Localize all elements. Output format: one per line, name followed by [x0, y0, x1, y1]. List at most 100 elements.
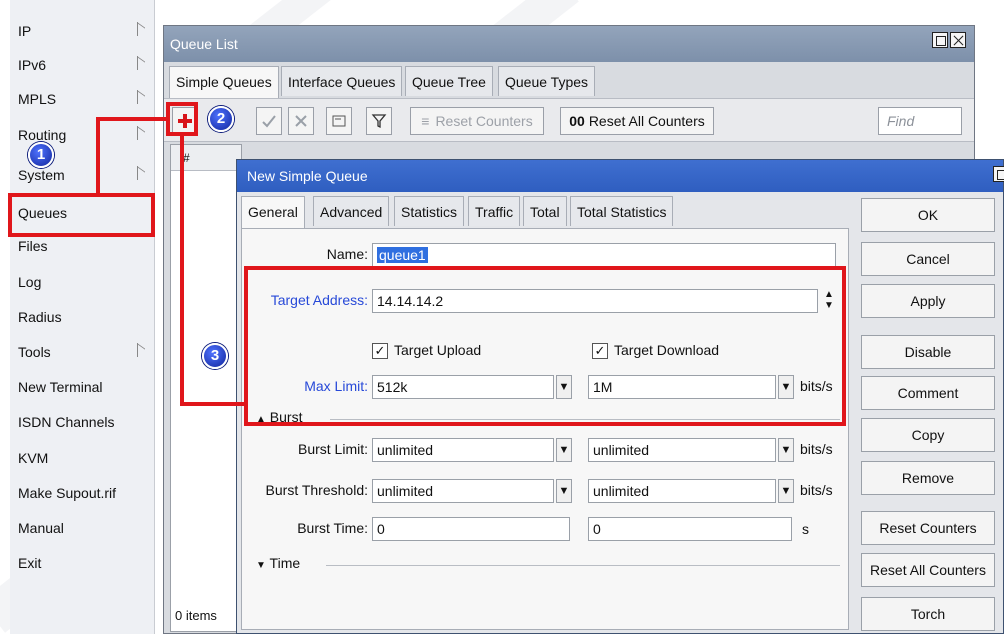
target-address-field[interactable]: 14.14.14.2 [372, 289, 818, 313]
burst-threshold-download-field[interactable]: unlimited [588, 479, 776, 503]
menu-item-radius[interactable]: Radius [10, 300, 155, 334]
connector-line [96, 117, 100, 195]
bits-unit: bits/s [800, 378, 833, 394]
menu-item-ip[interactable]: IP [10, 14, 155, 48]
target-upload-checkbox[interactable]: ✓ [372, 343, 388, 359]
burst-threshold-upload-field[interactable]: unlimited [372, 479, 554, 503]
menu-item-files[interactable]: Files [10, 229, 155, 263]
step-3-badge: 3 [202, 343, 228, 369]
comment-button[interactable]: Comment [861, 376, 995, 410]
reset-all-counters-icon: 00 [569, 113, 585, 129]
maximize-icon[interactable] [932, 32, 948, 48]
tab-simple-queues[interactable]: Simple Queues [169, 66, 279, 98]
dropdown-icon[interactable]: ▼ [556, 479, 572, 503]
tab-queue-tree[interactable]: Queue Tree [405, 66, 493, 96]
ok-button[interactable]: OK [861, 198, 995, 232]
items-count: 0 items [175, 608, 217, 623]
dropdown-icon[interactable]: ▼ [556, 438, 572, 462]
menu-item-manual[interactable]: Manual [10, 511, 155, 545]
dropdown-icon[interactable]: ▼ [778, 479, 794, 503]
target-upload-label: Target Upload [394, 342, 482, 358]
general-tab-panel: Name: queue1 Target Address: 14.14.14.2 … [241, 228, 849, 630]
menu-item-make-supout[interactable]: Make Supout.rif [10, 476, 155, 510]
tab-queue-types[interactable]: Queue Types [498, 66, 596, 96]
apply-button[interactable]: Apply [861, 284, 995, 318]
disable-button[interactable] [288, 107, 314, 135]
tab-general[interactable]: General [241, 196, 305, 228]
seconds-unit: s [802, 521, 809, 537]
up-down-arrows-icon[interactable]: ▲ ▼ [822, 289, 836, 313]
enable-button[interactable] [256, 107, 282, 135]
reset-counters-button[interactable]: ≡ Reset Counters [410, 107, 544, 135]
menu-item-exit[interactable]: Exit [10, 546, 155, 580]
torch-button[interactable]: Torch [861, 597, 995, 631]
tab-statistics[interactable]: Statistics [394, 196, 465, 226]
dialog-title: New Simple Queue [247, 168, 368, 184]
burst-section-toggle[interactable]: ▲ Burst [256, 409, 302, 425]
comment-button[interactable] [326, 107, 352, 135]
burst-limit-upload-field[interactable]: unlimited [372, 438, 554, 462]
reset-all-counters-button[interactable]: Reset All Counters [861, 553, 995, 587]
tab-total-statistics[interactable]: Total Statistics [570, 196, 674, 226]
maximize-icon[interactable] [993, 166, 1004, 182]
filter-button[interactable] [366, 107, 392, 135]
step-1-badge: 1 [28, 142, 54, 168]
tab-advanced[interactable]: Advanced [313, 196, 390, 226]
queue-list-titlebar: Queue List [164, 26, 974, 62]
reset-counters-button[interactable]: Reset Counters [861, 511, 995, 545]
tab-traffic[interactable]: Traffic [468, 196, 521, 226]
x-icon [295, 115, 307, 127]
connector-line [180, 402, 246, 406]
tab-interface-queues[interactable]: Interface Queues [281, 66, 403, 96]
submenu-arrow-icon [137, 90, 145, 104]
dropdown-icon[interactable]: ▼ [556, 375, 572, 399]
close-icon[interactable] [950, 32, 966, 48]
tab-total[interactable]: Total [523, 196, 567, 226]
burst-time-upload-field[interactable]: 0 [372, 517, 570, 541]
menu-item-log[interactable]: Log [10, 265, 155, 299]
target-download-label: Target Download [614, 342, 720, 358]
max-limit-upload-field[interactable]: 512k [372, 375, 554, 399]
menu-item-queues[interactable]: Queues [10, 196, 155, 230]
queue-toolbar: ≡ Reset Counters 00 Reset All Counters Fin… [164, 98, 974, 142]
find-input[interactable]: Find [878, 107, 962, 135]
bits-unit: bits/s [800, 482, 833, 498]
name-field[interactable]: queue1 [372, 243, 836, 267]
menu-item-ipv6[interactable]: IPv6 [10, 48, 155, 82]
collapse-up-icon: ▲ [256, 414, 266, 425]
submenu-arrow-icon [137, 126, 145, 140]
time-divider [326, 565, 840, 566]
menu-item-tools[interactable]: Tools [10, 335, 155, 369]
check-icon [262, 115, 276, 128]
burst-time-label: Burst Time: [297, 520, 368, 536]
burst-threshold-label: Burst Threshold: [265, 482, 368, 498]
new-simple-queue-dialog: New Simple Queue General Advanced Statis… [236, 159, 1004, 634]
note-icon [332, 115, 346, 127]
menu-item-isdn-channels[interactable]: ISDN Channels [10, 405, 155, 439]
disable-button[interactable]: Disable [861, 335, 995, 369]
dropdown-icon[interactable]: ▼ [778, 438, 794, 462]
burst-time-download-field[interactable]: 0 [588, 517, 792, 541]
dropdown-icon[interactable]: ▼ [778, 375, 794, 399]
menu-item-kvm[interactable]: KVM [10, 441, 155, 475]
submenu-arrow-icon [137, 22, 145, 36]
remove-button[interactable]: Remove [861, 461, 995, 495]
reset-all-counters-button[interactable]: 00 Reset All Counters [560, 107, 714, 135]
filter-icon [371, 114, 387, 129]
burst-divider [330, 419, 840, 420]
target-address-label: Target Address: [270, 292, 368, 308]
burst-limit-download-field[interactable]: unlimited [588, 438, 776, 462]
menu-item-mpls[interactable]: MPLS [10, 82, 155, 116]
target-download-checkbox[interactable]: ✓ [592, 343, 608, 359]
menu-item-new-terminal[interactable]: New Terminal [10, 370, 155, 404]
window-title: Queue List [170, 36, 238, 52]
copy-button[interactable]: Copy [861, 418, 995, 452]
max-limit-download-field[interactable]: 1M [588, 375, 776, 399]
time-section-toggle[interactable]: ▼ Time [256, 555, 300, 571]
reset-counters-icon: ≡ [421, 113, 430, 129]
add-button[interactable] [172, 107, 198, 135]
submenu-arrow-icon [137, 166, 145, 180]
connector-line [96, 117, 168, 121]
cancel-button[interactable]: Cancel [861, 242, 995, 276]
bits-unit: bits/s [800, 441, 833, 457]
